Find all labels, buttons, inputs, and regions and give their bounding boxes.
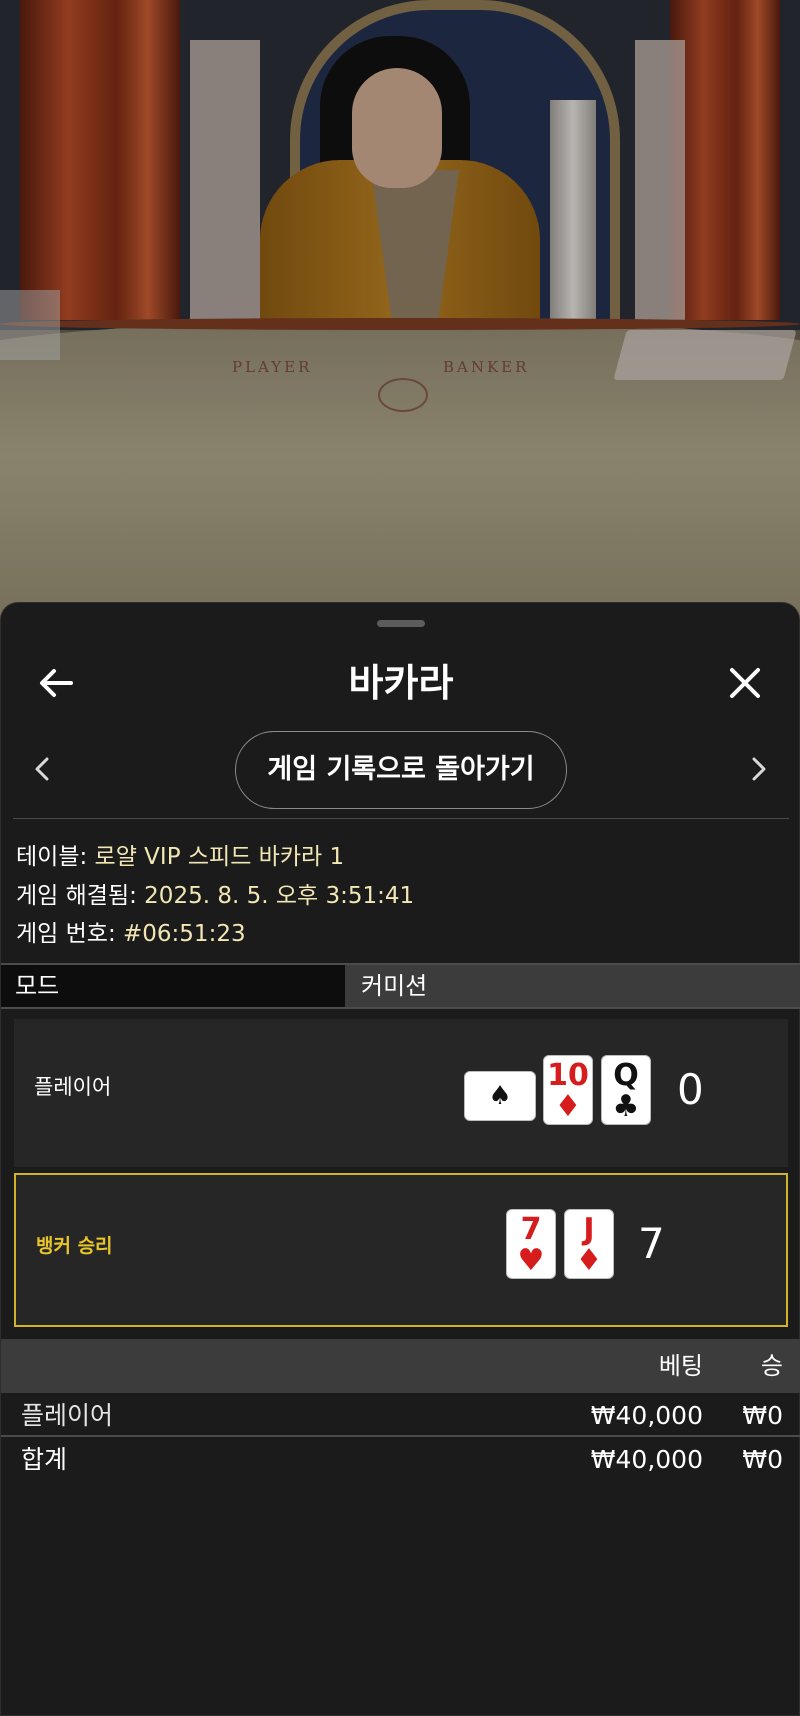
mode-bar: 모드 커미션 <box>1 963 800 1009</box>
player-score: 0 <box>677 1065 704 1114</box>
chevron-right-icon <box>752 757 766 781</box>
back-to-history-button[interactable]: 게임 기록으로 돌아가기 <box>235 731 567 809</box>
playing-card: 7 ♥ <box>506 1209 556 1279</box>
game-history-sheet: 바카라 게임 기록으로 돌아가기 테이블: 로얄 VIP 스피드 바카라 1 게… <box>0 602 800 1716</box>
total-row-label: 합계 <box>21 1445 68 1474</box>
banker-hand: 뱅커 승리 7 ♥ J ♦ 7 <box>14 1173 788 1327</box>
game-number-value: #06:51:23 <box>123 921 246 947</box>
back-button[interactable] <box>26 653 86 713</box>
table-info: 테이블: 로얄 VIP 스피드 바카라 1 <box>16 837 344 871</box>
total-row-win: ₩0 <box>742 1445 783 1474</box>
card-rank: J <box>583 1212 595 1247</box>
playing-card-sideways: ♠ <box>464 1071 536 1121</box>
prev-game-button[interactable] <box>17 739 67 799</box>
card-rank: 10 <box>547 1058 589 1093</box>
bet-table-header: 베팅 승 <box>1 1339 800 1393</box>
player-hand-label: 플레이어 <box>34 1075 112 1099</box>
total-row-bet: ₩40,000 <box>590 1445 703 1474</box>
divider <box>13 818 789 819</box>
commission-label: 커미션 <box>361 972 428 1000</box>
game-number-label: 게임 번호: <box>16 921 124 947</box>
resolved-info-value: 2025. 8. 5. 오후 3:51:41 <box>144 883 415 909</box>
table-info-label: 테이블: <box>16 844 95 870</box>
table-info-value: 로얄 VIP 스피드 바카라 1 <box>94 844 345 870</box>
win-column-header: 승 <box>760 1352 783 1380</box>
table-row-total: 합계 ₩40,000 ₩0 <box>1 1439 800 1481</box>
resolved-info: 게임 해결됨: 2025. 8. 5. 오후 3:51:41 <box>16 876 414 910</box>
playing-card: J ♦ <box>564 1209 614 1279</box>
card-suit: ♥ <box>517 1243 545 1278</box>
card-rank: 7 <box>520 1212 542 1247</box>
page-title: 바카라 <box>348 661 454 705</box>
card-suit: ♦ <box>575 1243 603 1278</box>
game-number-info: 게임 번호: #06:51:23 <box>16 914 246 948</box>
resolved-info-label: 게임 해결됨: <box>16 883 145 909</box>
banker-win-label: 뱅커 승리 <box>36 1235 113 1257</box>
playing-card: Q ♣ <box>601 1055 651 1125</box>
close-icon <box>730 668 760 698</box>
banker-score: 7 <box>638 1219 665 1268</box>
card-suit: ♣ <box>612 1089 640 1124</box>
card-suit: ♠ <box>488 1081 512 1111</box>
bet-row-label: 플레이어 <box>21 1401 114 1430</box>
playing-card: 10 ♦ <box>543 1055 593 1125</box>
drag-handle[interactable] <box>377 620 425 627</box>
chevron-left-icon <box>35 757 49 781</box>
bet-row-win: ₩0 <box>742 1401 783 1430</box>
close-button[interactable] <box>715 653 775 713</box>
player-hand: 플레이어 ♠ 10 ♦ Q ♣ 0 <box>14 1019 788 1167</box>
mode-label: 모드 <box>1 965 345 1007</box>
bet-row-bet: ₩40,000 <box>590 1401 703 1430</box>
next-game-button[interactable] <box>734 739 784 799</box>
card-rank: Q <box>613 1058 639 1093</box>
card-suit: ♦ <box>554 1089 582 1124</box>
arrow-left-icon <box>40 669 73 697</box>
live-video-view: PLAYER BANKER <box>0 0 800 620</box>
table-row: 플레이어 ₩40,000 ₩0 <box>1 1395 800 1437</box>
bet-column-header: 베팅 <box>658 1352 703 1380</box>
